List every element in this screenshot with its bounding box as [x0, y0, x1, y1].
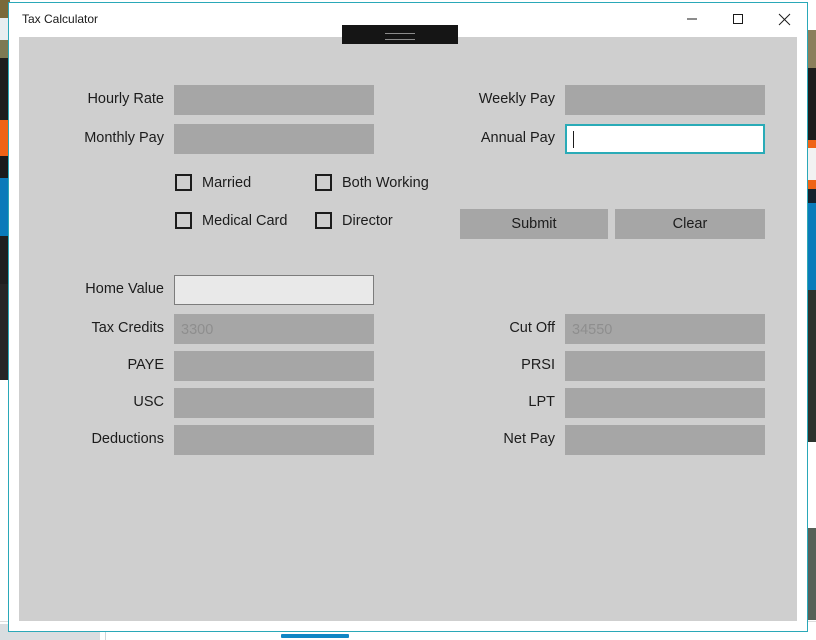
checkbox-label: Medical Card — [202, 212, 288, 229]
checkbox-box-icon[interactable] — [315, 174, 332, 191]
input-cut-off[interactable]: 34550 — [565, 314, 765, 344]
input-net-pay[interactable] — [565, 425, 765, 455]
label-weekly-pay: Weekly Pay — [478, 91, 555, 107]
app-window: Tax Calculator Hourly Rate Monthly Pay W… — [8, 2, 808, 632]
text-caret — [573, 131, 574, 148]
minimize-button[interactable] — [669, 3, 715, 35]
label-cut-off: Cut Off — [509, 320, 555, 336]
input-placeholder-cut-off: 34550 — [572, 322, 613, 338]
label-annual-pay: Annual Pay — [480, 130, 555, 146]
checkbox-box-icon[interactable] — [175, 212, 192, 229]
input-home-value[interactable] — [174, 275, 374, 305]
input-prsi[interactable] — [565, 351, 765, 381]
checkbox-both-working[interactable]: Both Working — [315, 174, 429, 191]
label-home-value: Home Value — [85, 281, 164, 297]
checkbox-box-icon[interactable] — [315, 212, 332, 229]
close-button[interactable] — [761, 3, 807, 35]
checkbox-label: Director — [342, 212, 393, 229]
clear-button[interactable]: Clear — [615, 209, 765, 239]
taskbar-accent-indicator — [281, 634, 349, 638]
checkbox-director[interactable]: Director — [315, 212, 393, 229]
input-weekly-pay[interactable] — [565, 85, 765, 115]
maximize-button[interactable] — [715, 3, 761, 35]
minimize-icon — [686, 13, 698, 25]
checkbox-label: Married — [202, 174, 252, 191]
submit-button[interactable]: Submit — [460, 209, 608, 239]
floating-black-bar[interactable] — [342, 25, 458, 44]
maximize-icon — [732, 13, 744, 25]
label-lpt: LPT — [528, 394, 555, 410]
form-panel: Hourly Rate Monthly Pay Weekly Pay Annual P… — [19, 37, 797, 621]
checkbox-label: Both Working — [342, 174, 429, 191]
label-net-pay: Net Pay — [503, 431, 555, 447]
drag-handle-icon[interactable] — [385, 33, 415, 40]
close-icon — [778, 13, 791, 26]
input-annual-pay[interactable] — [565, 124, 765, 154]
input-lpt[interactable] — [565, 388, 765, 418]
checkbox-married[interactable]: Married — [175, 174, 251, 191]
window-controls — [669, 3, 807, 35]
window-title: Tax Calculator — [22, 12, 99, 26]
label-prsi: PRSI — [521, 357, 555, 373]
screen-root: Tax Calculator Hourly Rate Monthly Pay W… — [0, 0, 816, 640]
checkbox-box-icon[interactable] — [175, 174, 192, 191]
checkbox-medical-card[interactable]: Medical Card — [175, 212, 287, 229]
